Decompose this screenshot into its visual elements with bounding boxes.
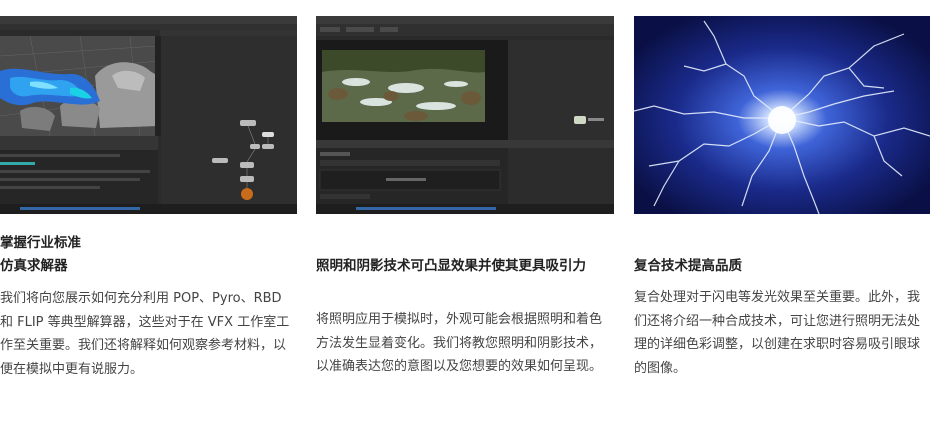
- houdini-simulation-image: [0, 16, 297, 214]
- card-title: 复合技术提高品质: [634, 258, 742, 274]
- card-title: 掌握行业标准 仿真求解器: [0, 232, 290, 278]
- compositing-software-image: [316, 16, 614, 214]
- card-title-line-1: 掌握行业标准: [0, 235, 81, 251]
- card-description: 我们将向您展示如何充分利用 POP、Pyro、RBD 和 FLIP 等典型解算器…: [0, 291, 290, 377]
- card-title: 照明和阴影技术可凸显效果并使其更具吸引力: [316, 258, 586, 274]
- card-description: 复合处理对于闪电等发光效果至关重要。此外，我们还将介绍一种合成技术，可让您进行照…: [634, 290, 921, 376]
- lightning-effect-image: [634, 16, 930, 214]
- card-description: 将照明应用于模拟时，外观可能会根据照明和着色方法发生显着变化。我们将教您照明和阴…: [316, 312, 603, 374]
- card-title-line-2: 仿真求解器: [0, 258, 68, 274]
